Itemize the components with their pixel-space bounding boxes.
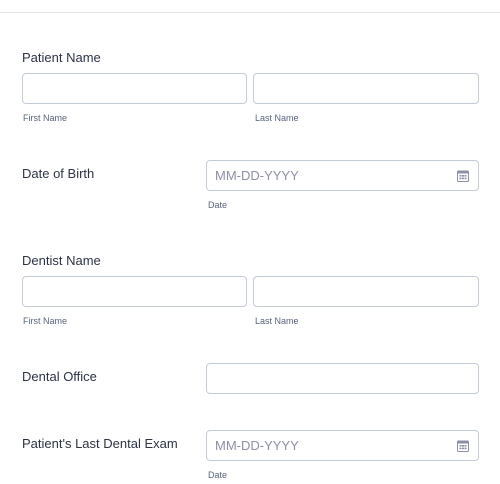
dental-office-input[interactable] <box>207 364 478 393</box>
last-dental-exam-label: Patient's Last Dental Exam <box>22 436 178 451</box>
dental-office-field[interactable] <box>206 363 479 394</box>
date-of-birth-field[interactable] <box>206 160 479 191</box>
calendar-icon[interactable] <box>457 440 469 452</box>
patient-last-name-sublabel: Last Name <box>255 113 299 123</box>
patient-first-name-input[interactable] <box>23 74 246 103</box>
last-dental-exam-field[interactable] <box>206 430 479 461</box>
dentist-last-name-field[interactable] <box>253 276 479 307</box>
patient-name-label: Patient Name <box>22 50 101 65</box>
dentist-name-label: Dentist Name <box>22 253 101 268</box>
date-of-birth-label: Date of Birth <box>22 166 95 181</box>
patient-last-name-input[interactable] <box>254 74 478 103</box>
patient-first-name-field[interactable] <box>22 73 247 104</box>
date-of-birth-sublabel: Date <box>208 200 228 210</box>
dentist-first-name-input[interactable] <box>23 277 246 306</box>
last-dental-exam-sublabel: Date <box>208 470 228 480</box>
dentist-last-name-sublabel: Last Name <box>255 316 299 326</box>
patient-first-name-sublabel: First Name <box>23 113 68 123</box>
date-of-birth-input[interactable] <box>207 161 478 190</box>
dentist-first-name-field[interactable] <box>22 276 247 307</box>
dental-office-label: Dental Office <box>22 369 97 384</box>
calendar-icon[interactable] <box>457 170 469 182</box>
last-dental-exam-input[interactable] <box>207 431 478 460</box>
patient-last-name-field[interactable] <box>253 73 479 104</box>
top-divider <box>0 12 500 13</box>
dentist-last-name-input[interactable] <box>254 277 478 306</box>
dentist-first-name-sublabel: First Name <box>23 316 68 326</box>
